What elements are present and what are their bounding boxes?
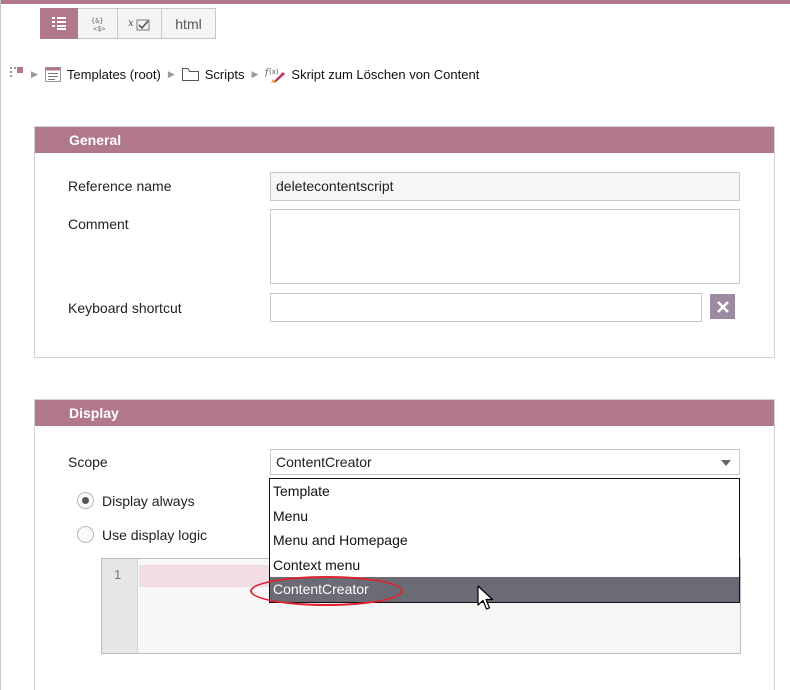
breadcrumb-scripts[interactable]: Scripts — [181, 66, 245, 82]
radio-display-always[interactable]: Display always — [77, 492, 195, 509]
scope-dropdown-list: Template Menu Menu and Homepage Context … — [269, 478, 740, 603]
comment-textarea[interactable] — [270, 209, 740, 284]
chevron-right-icon: ▶ — [31, 68, 38, 79]
breadcrumb-label: Scripts — [204, 66, 245, 82]
svg-text:{&}: {&} — [91, 17, 104, 25]
svg-text:<$>: <$> — [93, 25, 106, 32]
reference-name-field[interactable]: deletecontentscript — [270, 172, 740, 201]
left-border — [0, 0, 1, 690]
tab-script-code[interactable]: {&} <$> — [78, 8, 118, 39]
general-panel-title: General — [35, 127, 774, 153]
svg-text:x: x — [128, 18, 134, 29]
mouse-pointer-icon — [477, 585, 495, 616]
reference-name-label: Reference name — [68, 178, 172, 194]
radio-use-display-logic[interactable]: Use display logic — [77, 526, 207, 543]
script-code-icon: {&} <$> — [90, 16, 106, 32]
chevron-right-icon: ▶ — [251, 68, 259, 79]
radio-button[interactable] — [77, 492, 94, 509]
tab-html[interactable]: html — [162, 8, 216, 39]
comment-label: Comment — [68, 216, 129, 232]
tab-checkbox-variable[interactable]: x — [118, 8, 162, 39]
dropdown-option-context-menu[interactable]: Context menu — [270, 553, 739, 578]
keyboard-shortcut-field[interactable] — [270, 293, 702, 322]
breadcrumb-label: Templates (root) — [66, 66, 161, 82]
chevron-right-icon: ▶ — [167, 68, 175, 79]
clear-shortcut-button[interactable] — [710, 294, 735, 319]
dropdown-option-menu-and-homepage[interactable]: Menu and Homepage — [270, 528, 739, 553]
templates-list-icon — [44, 66, 61, 82]
tab-html-label: html — [175, 15, 202, 32]
svg-text:(x): (x) — [269, 68, 279, 76]
breadcrumb-templates-root[interactable]: Templates (root) — [44, 66, 161, 82]
breadcrumb-current-script[interactable]: f (x) Skript zum Löschen von Content — [265, 66, 479, 83]
editor-gutter: 1 — [102, 559, 138, 653]
close-icon — [716, 300, 729, 313]
breadcrumb: ▶ Templates (root) ▶ Scripts ▶ f (x) Skr… — [10, 62, 479, 86]
radio-button[interactable] — [77, 526, 94, 543]
line-number: 1 — [114, 567, 122, 582]
folder-icon — [181, 67, 199, 81]
root-node-icon[interactable] — [10, 67, 24, 81]
form-view-icon — [52, 17, 66, 30]
scope-select-value: ContentCreator — [276, 454, 372, 470]
display-panel-title: Display — [35, 400, 774, 426]
tab-form-view[interactable] — [40, 8, 78, 39]
dropdown-option-contentcreator[interactable]: ContentCreator — [270, 577, 739, 602]
top-accent-bar — [0, 0, 790, 4]
scope-label: Scope — [68, 454, 108, 470]
dropdown-option-menu[interactable]: Menu — [270, 504, 739, 529]
checkbox-variable-icon: x — [128, 16, 152, 32]
script-fx-icon: f (x) — [265, 66, 286, 83]
view-tabs: {&} <$> x html — [40, 8, 216, 39]
breadcrumb-label: Skript zum Löschen von Content — [291, 66, 480, 82]
dropdown-option-template[interactable]: Template — [270, 479, 739, 504]
radio-selected-dot — [82, 497, 89, 504]
keyboard-shortcut-label: Keyboard shortcut — [68, 300, 182, 316]
scope-select[interactable]: ContentCreator — [270, 449, 740, 475]
radio-display-always-label: Display always — [102, 492, 195, 509]
radio-use-display-logic-label: Use display logic — [102, 526, 208, 543]
chevron-down-icon — [721, 460, 731, 466]
